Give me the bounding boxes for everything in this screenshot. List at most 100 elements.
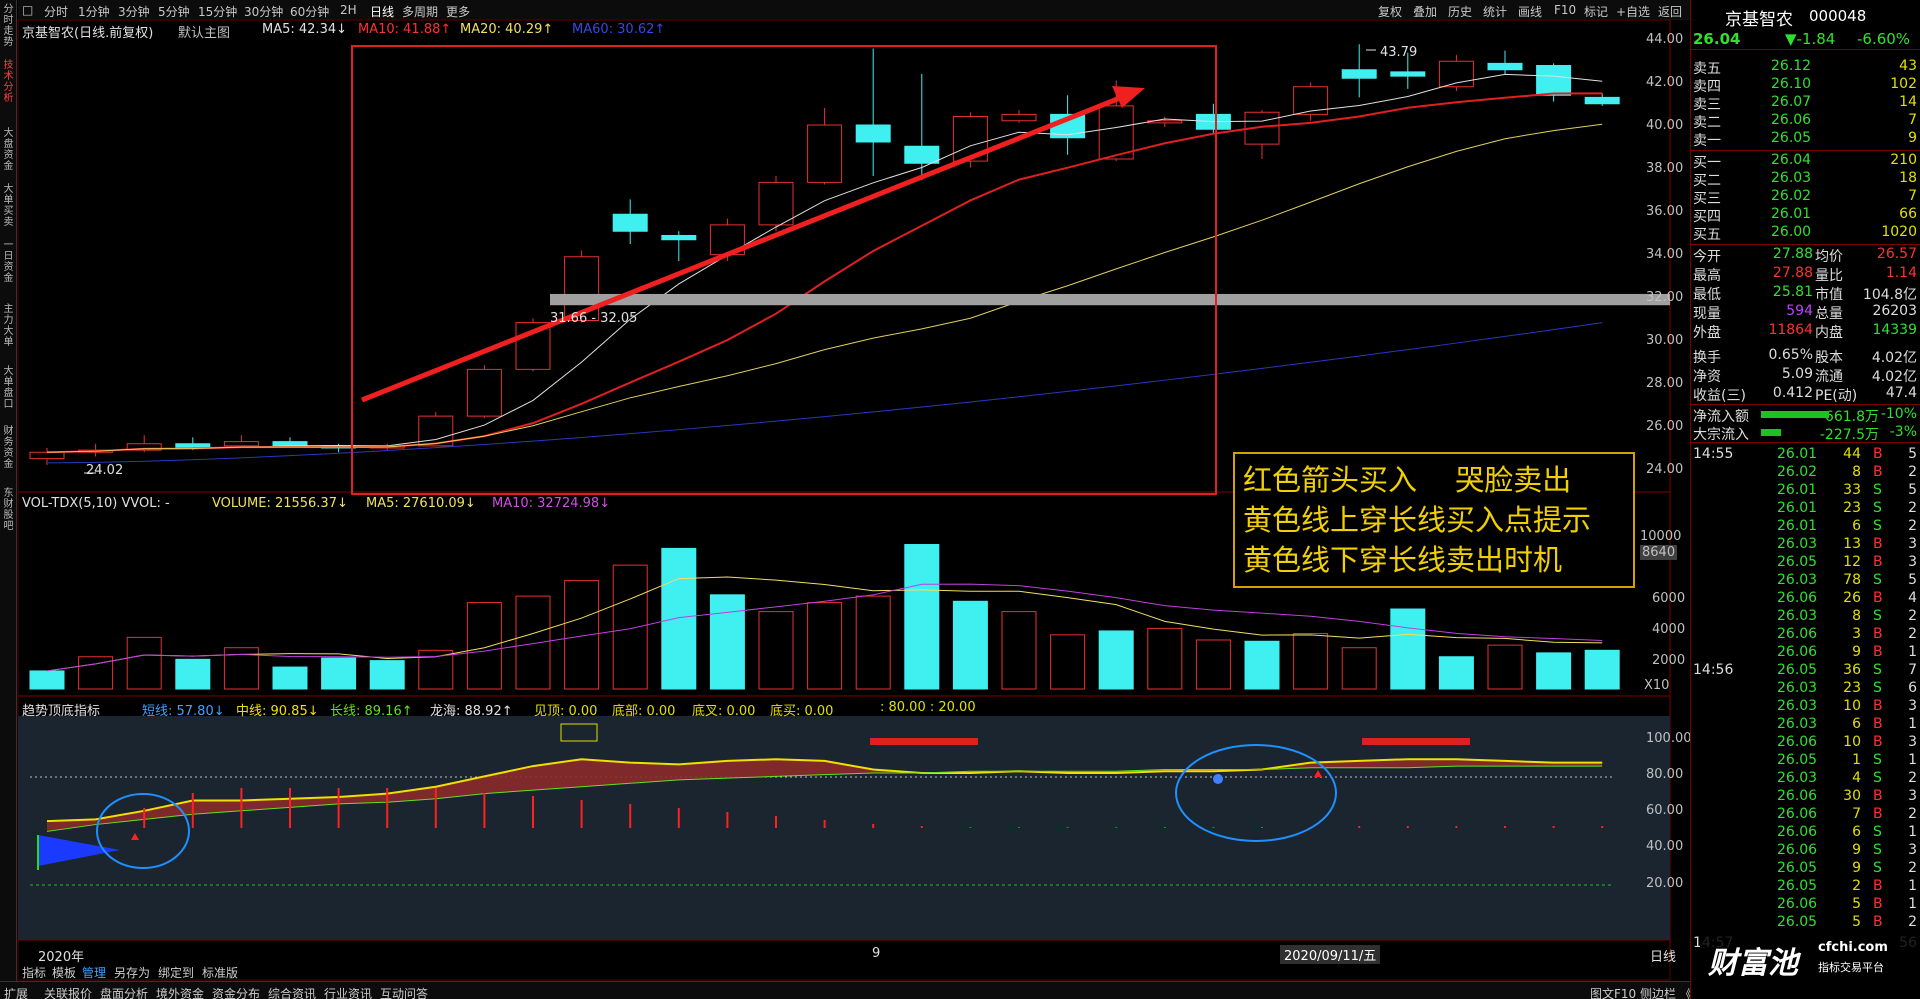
indicator-cross: 底叉: 0.00 bbox=[692, 704, 756, 719]
tick-row: 26.03 4 S 2 bbox=[1691, 770, 1920, 788]
ask-price: 26.06 bbox=[1771, 112, 1812, 128]
volume-bar bbox=[1584, 649, 1620, 690]
sidebar-item-zhuli[interactable]: 主力大单 bbox=[1, 304, 16, 348]
sidebar-item-jishu[interactable]: 技术分析 bbox=[1, 60, 16, 104]
sidebar-item-dapan[interactable]: 大盘资金 bbox=[1, 128, 16, 172]
period-5min[interactable]: 5分钟 bbox=[158, 3, 190, 20]
date-start: 2020年 bbox=[38, 950, 85, 965]
tick-row: 26.06 9 S 3 bbox=[1691, 842, 1920, 860]
period-fenshi[interactable]: 分时 bbox=[44, 3, 68, 20]
tick-count: 3 bbox=[1908, 698, 1917, 714]
period-2h[interactable]: 2H bbox=[340, 3, 357, 17]
stat-label: 现量 bbox=[1693, 306, 1721, 322]
volume-bar bbox=[1390, 608, 1426, 690]
tick-count: 2 bbox=[1908, 914, 1917, 930]
tick-count: 3 bbox=[1908, 842, 1917, 858]
volume-bar bbox=[904, 544, 940, 690]
bid-row: 买四 26.01 66 bbox=[1691, 206, 1920, 225]
tick-count: 3 bbox=[1908, 734, 1917, 750]
flow-pct: -3% bbox=[1889, 424, 1917, 440]
status-kuozhan[interactable]: 扩展 bbox=[4, 985, 28, 999]
tick-volume: 9 bbox=[1852, 860, 1861, 876]
tab-moban[interactable]: 模板 bbox=[52, 964, 76, 981]
period-multi[interactable]: 多周期 bbox=[402, 3, 438, 20]
sidebar-item-caiwu[interactable]: 财务资金 bbox=[1, 426, 16, 470]
tab-guanli[interactable]: 管理 bbox=[82, 964, 106, 981]
toolbar-fuquan[interactable]: 复权 bbox=[1378, 3, 1402, 20]
low-price-label: 24.02 bbox=[86, 463, 124, 478]
status-zonghe[interactable]: 综合资讯 bbox=[268, 985, 316, 999]
status-hudong[interactable]: 互动问答 bbox=[380, 985, 428, 999]
volume-ma10: MA10: 32724.98↓ bbox=[492, 496, 611, 511]
candle bbox=[223, 441, 259, 447]
stat-label: 最低 bbox=[1693, 287, 1721, 303]
tick-side: S bbox=[1873, 518, 1882, 534]
strategy-annotation: 红色箭头买入 哭脸卖出 黄色线上穿长线买入点提示 黄色线下穿长线卖出时机 bbox=[1233, 452, 1635, 588]
sidebar-item-dadan[interactable]: 大单买卖 bbox=[1, 184, 16, 228]
tick-side: S bbox=[1873, 752, 1882, 768]
period-60min[interactable]: 60分钟 bbox=[290, 3, 329, 20]
period-1min[interactable]: 1分钟 bbox=[78, 3, 110, 20]
stat-label: 流通 bbox=[1815, 369, 1843, 385]
ask-row: 卖四 26.10 102 bbox=[1691, 76, 1920, 95]
ask-level: 卖二 bbox=[1693, 115, 1721, 131]
tick-price: 26.05 bbox=[1777, 752, 1818, 768]
status-guanlian[interactable]: 关联报价 bbox=[44, 985, 92, 999]
indicator-short: 短线: 57.80↓ bbox=[142, 704, 225, 719]
sidebar-item-guba[interactable]: 东财股吧 bbox=[1, 488, 16, 532]
top-signal-bar bbox=[870, 738, 978, 745]
toolbar-biaoji[interactable]: 标记 bbox=[1584, 3, 1608, 20]
toolbar-lishi[interactable]: 历史 bbox=[1448, 3, 1472, 20]
tick-price: 26.06 bbox=[1777, 896, 1818, 912]
toolbar-zixuan[interactable]: +自选 bbox=[1616, 3, 1650, 20]
tick-side: B bbox=[1873, 896, 1883, 912]
period-30min[interactable]: 30分钟 bbox=[244, 3, 283, 20]
indicator-title: 趋势顶底指标 bbox=[22, 704, 101, 719]
stat-row: 最低 25.81 市值 104.8亿 bbox=[1691, 284, 1920, 303]
volume-ma5: MA5: 27610.09↓ bbox=[366, 496, 476, 511]
tick-price: 26.03 bbox=[1777, 536, 1818, 552]
period-label[interactable]: 日线 bbox=[1650, 946, 1676, 965]
toolbar-fanhui[interactable]: 返回 bbox=[1658, 3, 1682, 20]
period-3min[interactable]: 3分钟 bbox=[118, 3, 150, 20]
status-zijin[interactable]: 资金分布 bbox=[212, 985, 260, 999]
sidebar-item-yiri[interactable]: 一日资金 bbox=[1, 240, 16, 284]
status-right[interactable]: 图文F10 侧边栏 《 bbox=[1590, 985, 1692, 999]
tick-side: S bbox=[1873, 824, 1882, 840]
sidebar-item-fenshi[interactable]: 分时走势 bbox=[1, 4, 16, 48]
tick-row: 26.06 7 B 2 bbox=[1691, 806, 1920, 824]
tick-volume: 6 bbox=[1852, 518, 1861, 534]
stat-value: 4.02亿 bbox=[1871, 350, 1917, 366]
tick-price: 26.01 bbox=[1777, 482, 1818, 498]
tick-price: 26.01 bbox=[1777, 518, 1818, 534]
top-signal-bar bbox=[1362, 738, 1470, 745]
price-tick: 26.00 bbox=[1646, 419, 1684, 434]
template-label[interactable]: 默认主图 bbox=[178, 22, 230, 41]
stat-value: 104.8亿 bbox=[1862, 287, 1917, 303]
status-pankou[interactable]: 盘面分析 bbox=[100, 985, 148, 999]
toolbar-f10[interactable]: F10 bbox=[1554, 3, 1576, 17]
indicator-tick: 100.00 bbox=[1646, 731, 1692, 746]
tab-biaozhun[interactable]: 标准版 bbox=[202, 964, 238, 981]
period-day[interactable]: 日线 bbox=[370, 3, 394, 20]
tick-count: 2 bbox=[1908, 626, 1917, 642]
square-icon[interactable]: □ bbox=[22, 3, 33, 17]
stat-row: 换手 0.65% 股本 4.02亿 bbox=[1691, 347, 1920, 366]
sidebar-item-pankou[interactable]: 大单盘口 bbox=[1, 366, 16, 410]
tick-side: B bbox=[1873, 554, 1883, 570]
tab-bangding[interactable]: 绑定到 bbox=[158, 964, 194, 981]
stat-value: 47.4 bbox=[1885, 385, 1917, 401]
tab-zhibiao[interactable]: 指标 bbox=[22, 964, 46, 981]
bid-price: 26.01 bbox=[1771, 206, 1812, 222]
tab-lingcunwei[interactable]: 另存为 bbox=[114, 964, 150, 981]
period-more[interactable]: 更多 bbox=[446, 3, 470, 20]
status-jingwai[interactable]: 境外资金 bbox=[156, 985, 204, 999]
toolbar-tongji[interactable]: 统计 bbox=[1483, 3, 1507, 20]
tick-price: 26.05 bbox=[1777, 554, 1818, 570]
period-15min[interactable]: 15分钟 bbox=[198, 3, 237, 20]
toolbar-diejia[interactable]: 叠加 bbox=[1413, 3, 1437, 20]
status-hangye[interactable]: 行业资讯 bbox=[324, 985, 372, 999]
bid-level: 买五 bbox=[1693, 227, 1721, 243]
toolbar-huaxian[interactable]: 画线 bbox=[1518, 3, 1542, 20]
quote-price-row: 26.04 ▼-1.84 -6.60% bbox=[1691, 30, 1920, 50]
